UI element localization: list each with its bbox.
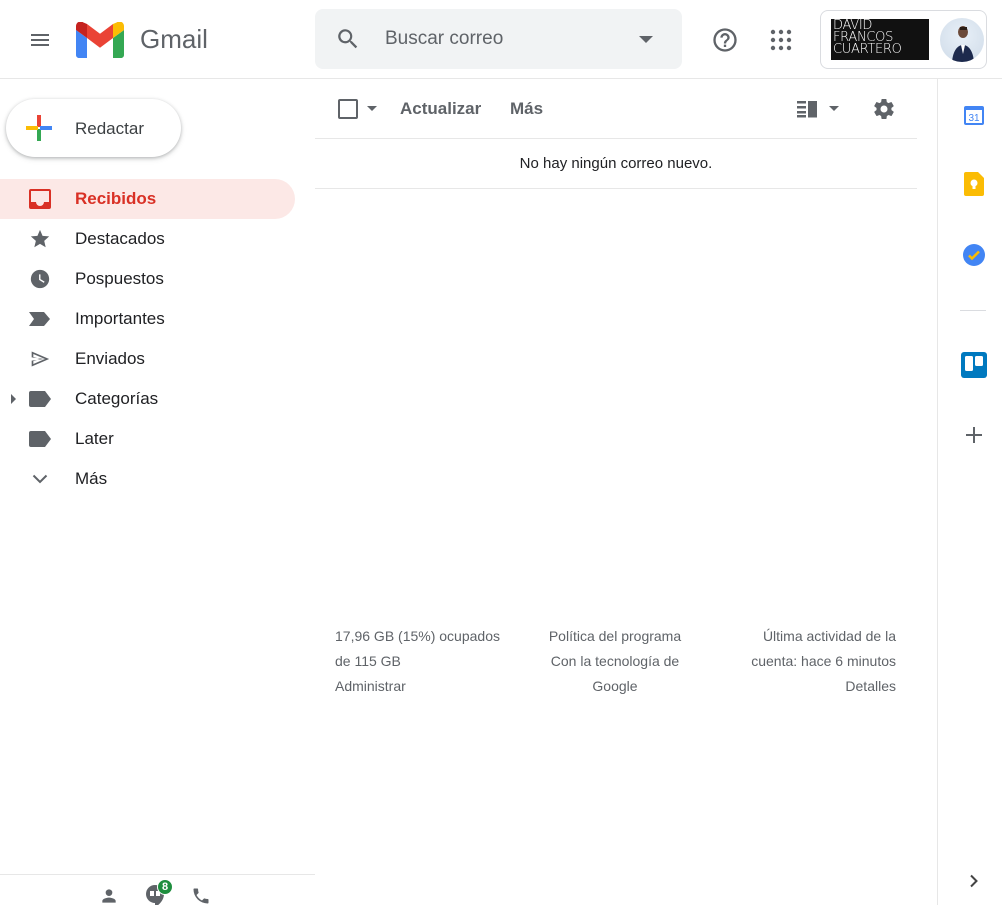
hangouts-chat-button[interactable]: 8 (143, 879, 173, 905)
gear-icon (874, 99, 894, 120)
sidebar-item-inbox[interactable]: Recibidos (0, 179, 295, 219)
split-pane-toggle[interactable] (797, 97, 843, 121)
search-icon (338, 29, 358, 49)
side-panel: 31 (937, 79, 1002, 905)
trello-addon-button[interactable] (958, 349, 990, 381)
apps-grid-icon (770, 29, 792, 51)
program-policy-link[interactable]: Política del programa (549, 628, 681, 644)
person-icon (102, 889, 116, 903)
compose-plus-icon (26, 115, 52, 141)
hangouts-bar: 8 (0, 874, 315, 905)
clock-icon (28, 268, 52, 290)
sidebar-item-label: Enviados (75, 349, 145, 368)
calendar-day-text: 31 (968, 113, 980, 124)
sidebar-item-label: Recibidos (75, 189, 157, 208)
top-header: Gmail DAVID FRANCOS CUARTERO (0, 0, 1002, 79)
star-icon (28, 228, 52, 250)
chevron-right-icon (970, 874, 978, 888)
plus-icon (966, 427, 982, 443)
expand-arrow-icon[interactable] (10, 393, 18, 405)
powered-by-google: Google (592, 678, 638, 694)
contacts-button[interactable] (97, 885, 121, 905)
sidebar-item-starred[interactable]: Destacados (0, 219, 295, 259)
unread-badge: 8 (157, 879, 173, 895)
label-icon (28, 428, 52, 450)
sidebar-item-label: Importantes (75, 309, 165, 328)
keep-addon-button[interactable] (958, 168, 990, 200)
tasks-addon-button[interactable] (958, 239, 990, 271)
sidebar-item-snoozed[interactable]: Pospuestos (0, 259, 295, 299)
tasks-icon (963, 244, 985, 266)
search-button[interactable] (333, 24, 363, 54)
sidebar-item-label: Pospuestos (75, 269, 164, 288)
keep-icon (964, 172, 984, 196)
send-icon (28, 348, 52, 370)
gmail-logo-icon[interactable] (76, 22, 124, 58)
sidebar-item-label: Later (75, 429, 114, 448)
help-button[interactable] (706, 21, 744, 59)
manage-storage-link[interactable]: Administrar (335, 678, 406, 694)
sidebar-item-label: Categorías (75, 389, 159, 408)
inbox-icon (28, 188, 52, 210)
more-actions-button[interactable]: Más (510, 99, 543, 119)
hamburger-menu-icon (31, 34, 49, 46)
account-switcher[interactable]: DAVID FRANCOS CUARTERO (820, 10, 987, 69)
chevron-down-icon (28, 468, 52, 490)
powered-by-text: Con la tecnología de (550, 653, 680, 669)
avatar[interactable] (940, 18, 984, 62)
hide-side-panel-button[interactable] (958, 865, 990, 897)
caret-down-icon (639, 36, 653, 43)
sidebar-item-important[interactable]: Importantes (0, 299, 295, 339)
sidebar-item-categories[interactable]: Categorías (0, 379, 295, 419)
side-panel-divider (960, 310, 986, 311)
policy-info: Política del programa Con la tecnología … (530, 624, 700, 699)
calendar-icon: 31 (964, 106, 984, 125)
sidebar-item-more[interactable]: Más (0, 459, 295, 499)
refresh-button[interactable]: Actualizar (400, 99, 481, 119)
storage-usage-text: 17,96 GB (15%) ocupados (335, 628, 500, 644)
person-avatar-icon (952, 26, 974, 62)
trello-icon (961, 352, 987, 378)
account-activity: Última actividad de la cuenta: hace 6 mi… (718, 624, 896, 699)
phone-call-button[interactable] (189, 885, 213, 905)
mail-toolbar: Actualizar Más (315, 79, 917, 139)
select-options-button[interactable] (365, 101, 379, 117)
compose-button[interactable]: Redactar (6, 99, 181, 157)
google-apps-button[interactable] (762, 21, 800, 59)
sidebar-item-label: Destacados (75, 229, 165, 248)
compose-label: Redactar (75, 119, 144, 138)
empty-inbox-message: No hay ningún correo nuevo. (315, 139, 917, 189)
important-icon (28, 308, 52, 330)
search-options-button[interactable] (633, 27, 659, 53)
last-activity-text: Última actividad de la (762, 628, 896, 644)
main-menu-button[interactable] (20, 20, 60, 60)
label-icon (28, 388, 52, 410)
storage-total-text: de 115 GB (335, 653, 401, 669)
sidebar-item-sent[interactable]: Enviados (0, 339, 295, 379)
sidebar-item-later[interactable]: Later (0, 419, 295, 459)
activity-details-link[interactable]: Detalles (845, 678, 896, 694)
phone-icon (193, 888, 209, 904)
caret-down-icon (829, 106, 839, 111)
organization-logo: DAVID FRANCOS CUARTERO (831, 19, 929, 60)
gmail-logo-text[interactable]: Gmail (140, 24, 208, 55)
help-icon (713, 28, 737, 52)
sidebar-item-label: Más (75, 469, 108, 488)
settings-button[interactable] (871, 96, 897, 122)
select-all-checkbox[interactable] (338, 99, 358, 119)
brand-line-3: CUARTERO (833, 42, 902, 57)
get-addons-button[interactable] (958, 419, 990, 451)
search-bar (315, 9, 682, 69)
storage-info: 17,96 GB (15%) ocupados de 115 GB Admini… (335, 624, 525, 699)
search-input[interactable] (385, 27, 625, 51)
split-pane-icon (797, 101, 817, 118)
calendar-addon-button[interactable]: 31 (958, 99, 990, 131)
caret-down-icon (367, 106, 377, 111)
last-activity-time: cuenta: hace 6 minutos (751, 653, 896, 669)
